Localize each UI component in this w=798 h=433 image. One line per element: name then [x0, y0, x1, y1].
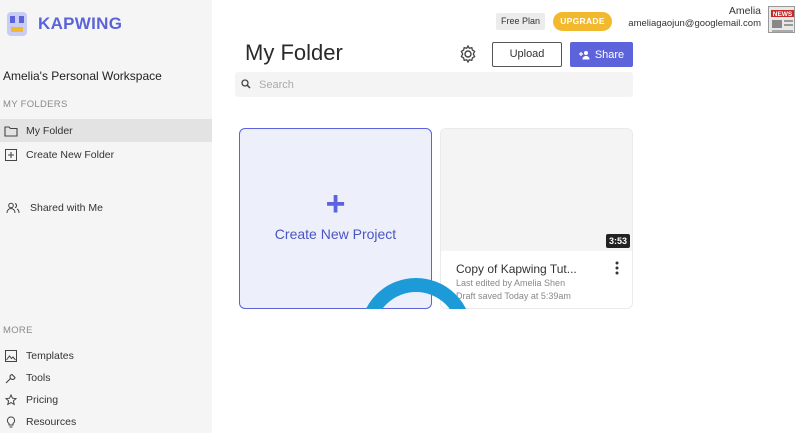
kapwing-logo[interactable]: KAPWING	[4, 10, 122, 38]
page-title: My Folder	[245, 40, 343, 65]
project-thumbnail[interactable]	[441, 129, 632, 251]
sidebar-item-resources[interactable]: Resources	[0, 410, 212, 433]
sidebar-item-pricing[interactable]: Pricing	[0, 388, 212, 411]
project-last-edited: Last edited by Amelia Shen	[456, 278, 566, 288]
plus-icon: +	[325, 185, 346, 223]
image-icon	[4, 349, 18, 363]
share-label: Share	[594, 48, 625, 61]
sidebar-item-tools[interactable]: Tools	[0, 366, 212, 389]
content-bottom-area	[212, 309, 798, 433]
workspace-name[interactable]: Amelia's Personal Workspace	[3, 69, 162, 83]
wrench-icon	[4, 371, 18, 385]
my-folders-label: MY FOLDERS	[3, 99, 68, 110]
project-title[interactable]: Copy of Kapwing Tut...	[456, 262, 606, 276]
project-card[interactable]: 3:53 Copy of Kapwing Tut... Last edited …	[440, 128, 633, 309]
create-project-label: Create New Project	[274, 226, 397, 242]
sidebar-item-create-folder[interactable]: Create New Folder	[0, 143, 212, 166]
sidebar-item-templates[interactable]: Templates	[0, 344, 212, 367]
sidebar: KAPWING Amelia's Personal Workspace MY F…	[0, 0, 212, 433]
avatar-text: NEWS	[773, 11, 793, 18]
more-label: MORE	[3, 325, 33, 336]
add-user-icon	[578, 50, 590, 59]
folder-icon	[4, 124, 18, 138]
sidebar-item-label: Tools	[26, 371, 51, 384]
avatar[interactable]: NEWS	[768, 6, 795, 33]
duration-badge: 3:53	[606, 234, 631, 248]
sidebar-item-my-folder[interactable]: My Folder	[0, 119, 212, 142]
sidebar-item-label: Templates	[26, 349, 74, 362]
users-icon	[6, 201, 20, 215]
settings-gear-icon[interactable]	[458, 44, 478, 64]
plus-square-icon	[4, 148, 18, 162]
more-options-icon[interactable]	[613, 261, 621, 275]
share-button[interactable]: Share	[570, 42, 633, 67]
kapwing-logo-icon	[4, 10, 30, 38]
sidebar-item-label: Create New Folder	[26, 148, 115, 161]
brand-name: KAPWING	[38, 14, 123, 33]
upload-button[interactable]: Upload	[492, 42, 562, 67]
search-bar[interactable]	[235, 72, 633, 97]
search-icon	[241, 76, 251, 94]
star-icon	[4, 393, 18, 407]
sidebar-item-label: Resources	[26, 415, 77, 428]
project-saved-time: Draft saved Today at 5:39am	[456, 291, 571, 301]
plan-badge: Free Plan	[496, 13, 546, 30]
sidebar-item-label: Pricing	[26, 393, 59, 406]
user-email: ameliagaojun@googlemail.com	[628, 18, 761, 29]
sidebar-item-label: My Folder	[26, 124, 73, 137]
upgrade-button[interactable]: UPGRADE	[553, 12, 612, 31]
lightbulb-icon	[4, 415, 18, 429]
sidebar-item-shared[interactable]: Shared with Me	[0, 196, 212, 219]
search-input[interactable]	[259, 78, 599, 91]
user-name: Amelia	[728, 5, 761, 17]
sidebar-item-label: Shared with Me	[30, 201, 103, 214]
